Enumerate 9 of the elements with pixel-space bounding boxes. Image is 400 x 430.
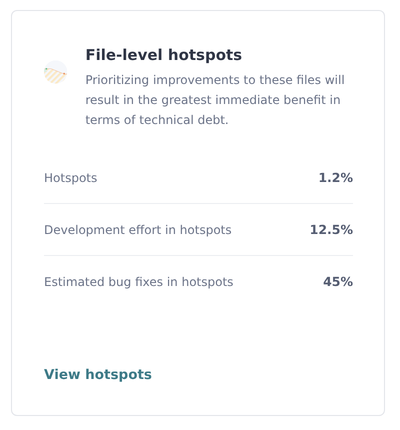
metric-value: 12.5% (310, 222, 353, 237)
metric-value: 45% (323, 274, 353, 289)
metric-value: 1.2% (318, 170, 353, 185)
view-hotspots-link[interactable]: View hotspots (44, 367, 152, 383)
metric-label: Hotspots (44, 170, 98, 184)
metric-label: Development effort in hotspots (44, 222, 232, 236)
card-title: File-level hotspots (85, 46, 244, 64)
card-description: Prioritizing improvements to these files will result in the greatest immediate benefit in terms of technical debt. (85, 72, 346, 129)
metric-label: Estimated bug fixes in hotspots (44, 274, 234, 288)
